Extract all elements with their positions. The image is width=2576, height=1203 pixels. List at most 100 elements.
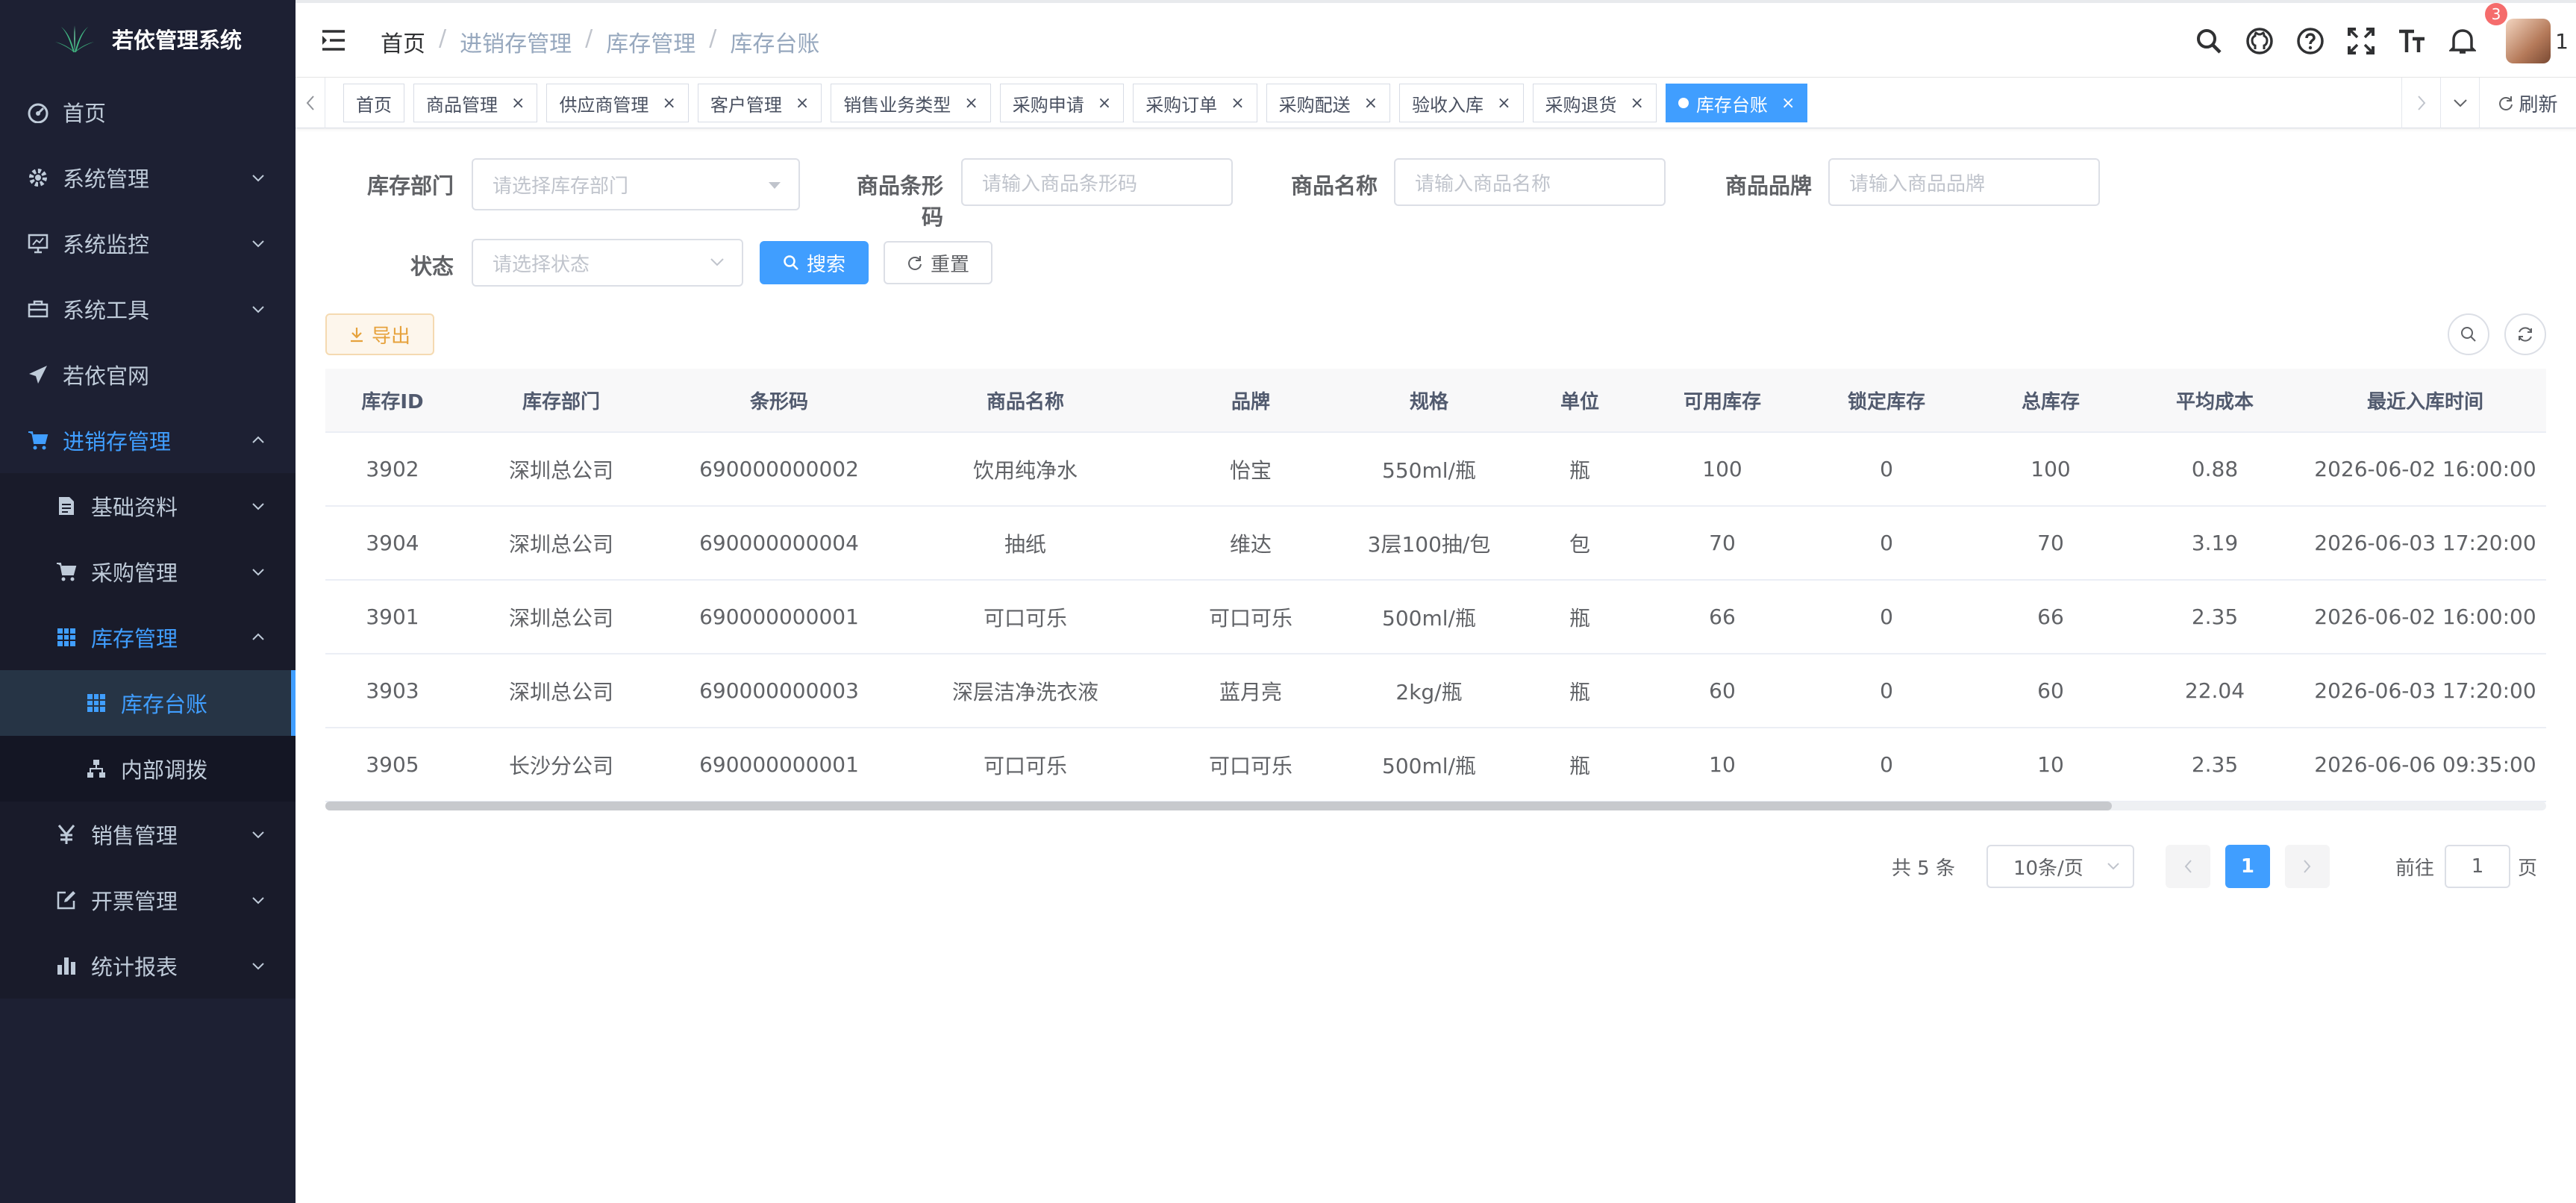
breadcrumb-item[interactable]: 首页 — [381, 25, 425, 58]
close-icon[interactable]: × — [1098, 94, 1111, 113]
tag-home[interactable]: 首页 — [343, 84, 404, 122]
close-icon[interactable]: × — [964, 94, 978, 113]
tags-list: 首页 商品管理 × 供应商管理 × 客户管理 × 销售业务类型 × 采购申请 × 采购订单… — [343, 84, 1808, 122]
page-size-select[interactable]: 10条/页 — [1986, 845, 2134, 888]
tag-product[interactable]: 商品管理 × — [413, 84, 538, 122]
export-button[interactable]: 导出 — [325, 313, 434, 355]
close-icon[interactable]: × — [1231, 94, 1244, 113]
close-icon[interactable]: × — [662, 94, 675, 113]
sidebar-item-website[interactable]: 若依官网 — [0, 342, 296, 407]
tag-purchase-request[interactable]: 采购申请 × — [999, 84, 1125, 122]
avatar[interactable] — [2506, 19, 2551, 63]
user-name[interactable]: 1 — [2555, 29, 2569, 54]
table-row[interactable]: 3903 深圳总公司 690000000003 深层洁净洗衣液 蓝月亮 2kg/… — [325, 654, 2546, 728]
table-cell: 深圳总公司 — [508, 679, 613, 704]
search-icon[interactable] — [2183, 18, 2234, 64]
page-number-button[interactable]: 1 — [2225, 845, 2270, 888]
logo[interactable]: 若依管理系统 — [0, 0, 296, 78]
sidebar-item-label: 内部调拨 — [121, 757, 208, 783]
close-icon[interactable]: × — [795, 94, 809, 113]
table-cell: 2026-06-02 16:00:00 — [2314, 457, 2536, 481]
sidebar-item-tools[interactable]: 系统工具 — [0, 276, 296, 342]
close-icon[interactable]: × — [511, 94, 525, 113]
chevron-down-icon — [710, 258, 724, 266]
active-dot — [1678, 98, 1689, 108]
sidebar-item-basic[interactable]: 基础资料 — [0, 473, 296, 539]
tag-customer[interactable]: 客户管理 × — [697, 84, 822, 122]
table-cell: 3903 — [366, 678, 419, 703]
tag-supplier[interactable]: 供应商管理 × — [546, 84, 689, 122]
refresh-table-button[interactable] — [2504, 313, 2546, 355]
chevron-down-icon — [252, 569, 264, 576]
tags-dropdown[interactable] — [2440, 78, 2479, 128]
search-button[interactable]: 搜索 — [760, 241, 869, 284]
prev-page-button[interactable] — [2165, 845, 2210, 888]
table-cell: 70 — [1709, 531, 1736, 555]
github-icon[interactable] — [2234, 18, 2285, 64]
help-icon[interactable] — [2285, 18, 2336, 64]
bar-chart-icon — [54, 953, 79, 978]
sidebar-item-inventory[interactable]: 库存管理 — [0, 604, 296, 670]
sidebar-item-reports[interactable]: 统计报表 — [0, 933, 296, 999]
refresh-label: 刷新 — [2519, 93, 2558, 116]
tag-purchase-order[interactable]: 采购订单 × — [1133, 84, 1257, 122]
reset-button[interactable]: 重置 — [884, 241, 992, 284]
font-size-icon[interactable] — [2386, 18, 2437, 64]
table-row[interactable]: 3905 长沙分公司 690000000001 可口可乐 可口可乐 500ml/… — [325, 728, 2546, 802]
status-label: 状态 — [410, 254, 454, 279]
toolbox-icon — [25, 296, 51, 322]
close-icon[interactable]: × — [1364, 94, 1378, 113]
close-icon[interactable]: × — [1781, 94, 1795, 113]
navbar-right: 1 — [2183, 18, 2576, 64]
hamburger-icon[interactable] — [321, 28, 346, 52]
logo-icon — [54, 25, 94, 52]
close-icon[interactable]: × — [1631, 94, 1644, 113]
dept-select[interactable]: 请选择库存部门 — [472, 158, 800, 210]
table-row[interactable]: 3902 深圳总公司 690000000002 饮用纯净水 怡宝 550ml/瓶… — [325, 433, 2546, 507]
breadcrumb-item: 进销存管理 — [460, 31, 572, 57]
product-name-input[interactable]: 请输入商品名称 — [1394, 158, 1666, 206]
table-cell: 100 — [2031, 457, 2071, 481]
sidebar-item-sales[interactable]: 销售管理 — [0, 802, 296, 867]
sidebar-item-purchase[interactable]: 采购管理 — [0, 539, 296, 604]
goto-page-input[interactable]: 1 — [2444, 845, 2510, 888]
next-page-button[interactable] — [2284, 845, 2330, 888]
bell-icon[interactable] — [2437, 18, 2488, 64]
tags-refresh-button[interactable]: 刷新 — [2479, 78, 2576, 128]
close-icon[interactable]: × — [1497, 94, 1510, 113]
column-header: 总库存 — [2021, 390, 2080, 413]
status-select[interactable]: 请选择状态 — [472, 239, 743, 287]
sidebar-item-system[interactable]: 系统管理 — [0, 145, 296, 210]
sidebar-item-invoice[interactable]: 开票管理 — [0, 867, 296, 933]
brand-input[interactable]: 请输入商品品牌 — [1828, 158, 2100, 206]
horizontal-scrollbar-thumb[interactable] — [325, 802, 2112, 810]
sidebar-item-home[interactable]: 首页 — [0, 79, 296, 145]
tags-view: 首页 商品管理 × 供应商管理 × 客户管理 × 销售业务类型 × 采购申请 × 采购订单… — [296, 78, 2576, 128]
barcode-input[interactable]: 请输入商品条形码 — [961, 158, 1233, 206]
tags-scroll-right[interactable] — [2401, 78, 2440, 128]
breadcrumb-separator: / — [709, 25, 717, 51]
sidebar-item-label: 开票管理 — [91, 889, 178, 914]
tag-sales-type[interactable]: 销售业务类型 × — [831, 84, 991, 122]
table-cell: 3904 — [366, 531, 419, 555]
table-row[interactable]: 3901 深圳总公司 690000000001 可口可乐 可口可乐 500ml/… — [325, 581, 2546, 654]
tag-inventory-ledger[interactable]: 库存台账 × — [1665, 84, 1808, 122]
chevron-left-icon — [2184, 860, 2192, 873]
pagination: 共 5 条 10条/页 1 前往 1 页 — [1892, 845, 2537, 888]
tag-purchase-return[interactable]: 采购退货 × — [1532, 84, 1657, 122]
table-cell: 深层洁净洗衣液 — [951, 679, 1098, 704]
table-cell: 抽纸 — [1004, 531, 1046, 557]
tag-receiving[interactable]: 验收入库 × — [1399, 84, 1524, 122]
table-cell: 0 — [1880, 531, 1893, 555]
sidebar-item-monitor[interactable]: 系统监控 — [0, 210, 296, 276]
fullscreen-icon[interactable] — [2336, 18, 2386, 64]
tag-purchase-delivery[interactable]: 采购配送 × — [1266, 84, 1391, 122]
sidebar-item-inventory-ledger[interactable]: 库存台账 — [0, 670, 296, 736]
sidebar-item-transfer[interactable]: 内部调拨 — [0, 736, 296, 802]
dept-placeholder: 请选择库存部门 — [493, 175, 629, 198]
table-row[interactable]: 3904 深圳总公司 690000000004 抽纸 维达 3层100抽/包 包… — [325, 507, 2546, 581]
sidebar-item-jxc[interactable]: 进销存管理 — [0, 407, 296, 473]
toggle-search-button[interactable] — [2448, 313, 2489, 355]
refresh-icon — [2519, 327, 2532, 342]
tags-scroll-left[interactable] — [296, 78, 325, 128]
